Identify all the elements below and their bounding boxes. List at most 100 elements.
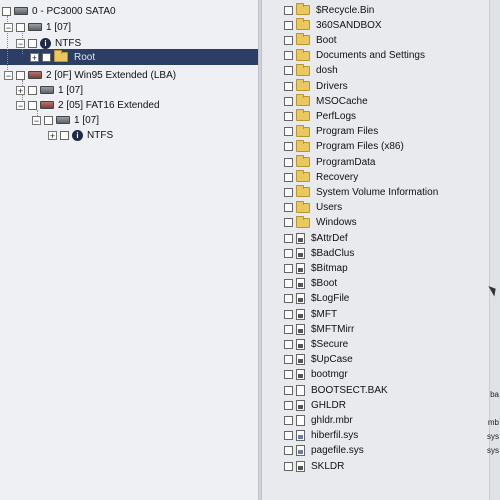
file-checkbox[interactable] bbox=[284, 142, 293, 152]
file-checkbox[interactable] bbox=[284, 5, 293, 15]
file-checkbox[interactable] bbox=[284, 127, 293, 137]
file-row[interactable]: $BadClus bbox=[284, 246, 354, 260]
file-checkbox[interactable] bbox=[284, 461, 293, 471]
tree-item-subpartition-2[interactable]: − 1 [07] bbox=[32, 113, 99, 127]
file-checkbox[interactable] bbox=[284, 324, 293, 334]
file-checkbox[interactable] bbox=[284, 35, 293, 45]
tree-checkbox[interactable] bbox=[42, 52, 51, 62]
file-checkbox[interactable] bbox=[284, 279, 293, 289]
file-checkbox[interactable] bbox=[284, 400, 293, 410]
file-icon bbox=[296, 338, 305, 350]
file-row[interactable]: SKLDR bbox=[284, 459, 344, 473]
tree-checkbox[interactable] bbox=[16, 22, 25, 32]
tree-item-subpartition-1[interactable]: + 1 [07] bbox=[16, 83, 83, 97]
collapse-icon[interactable]: − bbox=[4, 70, 13, 80]
file-row[interactable]: $Bitmap bbox=[284, 261, 348, 275]
tree-item-partition-1[interactable]: − 1 [07] bbox=[4, 20, 71, 34]
expand-icon[interactable]: + bbox=[30, 52, 39, 62]
file-row[interactable]: ghldr.mbr bbox=[284, 413, 353, 427]
file-checkbox[interactable] bbox=[284, 172, 293, 182]
file-checkbox[interactable] bbox=[284, 385, 293, 395]
file-checkbox[interactable] bbox=[284, 111, 293, 121]
folder-row[interactable]: Documents and Settings bbox=[284, 48, 425, 63]
file-checkbox[interactable] bbox=[284, 339, 293, 349]
folder-icon bbox=[296, 33, 310, 46]
file-checkbox[interactable] bbox=[284, 96, 293, 106]
file-row[interactable]: $MFT bbox=[284, 307, 337, 321]
folder-row[interactable]: ProgramData bbox=[284, 155, 375, 169]
tree-item-disk[interactable]: 0 - PC3000 SATA0 bbox=[2, 4, 116, 18]
tree-item-ntfs-1[interactable]: − i NTFS bbox=[16, 36, 81, 50]
file-checkbox[interactable] bbox=[284, 355, 293, 365]
file-list-pane[interactable]: $Recycle.Bin 360SANDBOX Boot Documents and … bbox=[262, 0, 500, 500]
folder-row[interactable]: $Recycle.Bin bbox=[284, 3, 374, 17]
file-checkbox[interactable] bbox=[284, 20, 293, 30]
tree-checkbox[interactable] bbox=[44, 115, 53, 125]
file-row[interactable]: $Secure bbox=[284, 337, 348, 351]
expand-icon[interactable]: + bbox=[16, 85, 25, 95]
collapse-icon[interactable]: − bbox=[4, 22, 13, 32]
file-name: GHLDR bbox=[311, 399, 347, 411]
folder-row[interactable]: PerfLogs bbox=[284, 109, 356, 123]
file-icon bbox=[296, 369, 305, 381]
file-row[interactable]: $Boot bbox=[284, 277, 337, 291]
tree-checkbox[interactable] bbox=[28, 100, 37, 110]
folder-row[interactable]: System Volume Information bbox=[284, 185, 438, 199]
collapse-icon[interactable]: − bbox=[16, 100, 25, 110]
file-row[interactable]: $LogFile bbox=[284, 292, 349, 306]
file-checkbox[interactable] bbox=[284, 51, 293, 61]
collapse-icon[interactable]: − bbox=[16, 38, 25, 48]
folder-row[interactable]: Drivers bbox=[284, 79, 348, 93]
collapse-icon[interactable]: − bbox=[32, 115, 41, 125]
file-checkbox[interactable] bbox=[284, 431, 293, 441]
tree-item-fat16-extended[interactable]: − 2 [05] FAT16 Extended bbox=[16, 98, 160, 112]
folder-row[interactable]: Program Files bbox=[284, 124, 378, 139]
file-row[interactable]: BOOTSECT.BAK bbox=[284, 383, 388, 397]
tree-item-root[interactable]: + Root bbox=[30, 50, 95, 64]
file-checkbox[interactable] bbox=[284, 263, 293, 273]
expand-icon[interactable]: + bbox=[48, 130, 57, 140]
file-checkbox[interactable] bbox=[284, 157, 293, 167]
file-row[interactable]: $AttrDef bbox=[284, 231, 348, 245]
file-checkbox[interactable] bbox=[284, 294, 293, 304]
file-checkbox[interactable] bbox=[284, 66, 293, 76]
file-checkbox[interactable] bbox=[284, 203, 293, 213]
file-row[interactable]: bootmgr bbox=[284, 368, 348, 382]
folder-row[interactable]: Program Files (x86) bbox=[284, 139, 404, 154]
tree-checkbox[interactable] bbox=[28, 38, 37, 48]
file-row[interactable]: hiberfil.sys bbox=[284, 429, 358, 443]
tree-checkbox[interactable] bbox=[16, 70, 25, 80]
file-row[interactable]: $MFTMirr bbox=[284, 322, 354, 336]
folder-row[interactable]: MSOCache bbox=[284, 94, 368, 108]
file-checkbox[interactable] bbox=[284, 248, 293, 258]
folder-row[interactable]: 360SANDBOX bbox=[284, 18, 382, 32]
file-name: $LogFile bbox=[311, 293, 350, 305]
file-row[interactable]: pagefile.sys bbox=[284, 444, 364, 458]
folder-row[interactable]: Boot bbox=[284, 33, 337, 47]
tree-item-partition-2[interactable]: − 2 [0F] Win95 Extended (LBA) bbox=[4, 68, 176, 82]
tree-checkbox[interactable] bbox=[28, 85, 37, 95]
file-checkbox[interactable] bbox=[284, 218, 293, 228]
file-name: MSOCache bbox=[316, 95, 368, 107]
file-checkbox[interactable] bbox=[284, 309, 293, 319]
file-row[interactable]: GHLDR bbox=[284, 398, 346, 412]
file-icon bbox=[296, 323, 305, 335]
folder-icon bbox=[296, 215, 310, 228]
tree-checkbox[interactable] bbox=[60, 130, 69, 140]
partition-tree-pane[interactable]: 0 - PC3000 SATA0 − 1 [07] − i NTFS + Roo… bbox=[0, 0, 258, 500]
file-name: $Boot bbox=[311, 278, 338, 290]
folder-row[interactable]: Recovery bbox=[284, 170, 358, 184]
file-checkbox[interactable] bbox=[284, 187, 293, 197]
file-icon bbox=[296, 354, 305, 366]
file-checkbox[interactable] bbox=[284, 233, 293, 243]
folder-row[interactable]: Windows bbox=[284, 215, 357, 230]
file-checkbox[interactable] bbox=[284, 415, 293, 425]
folder-row[interactable]: dosh bbox=[284, 63, 338, 78]
folder-row[interactable]: Users bbox=[284, 200, 342, 215]
file-checkbox[interactable] bbox=[284, 81, 293, 91]
file-checkbox[interactable] bbox=[284, 370, 293, 380]
tree-checkbox[interactable] bbox=[2, 6, 11, 16]
file-row[interactable]: $UpCase bbox=[284, 353, 353, 367]
tree-item-ntfs-2[interactable]: + i NTFS bbox=[48, 128, 113, 142]
file-checkbox[interactable] bbox=[284, 446, 293, 456]
